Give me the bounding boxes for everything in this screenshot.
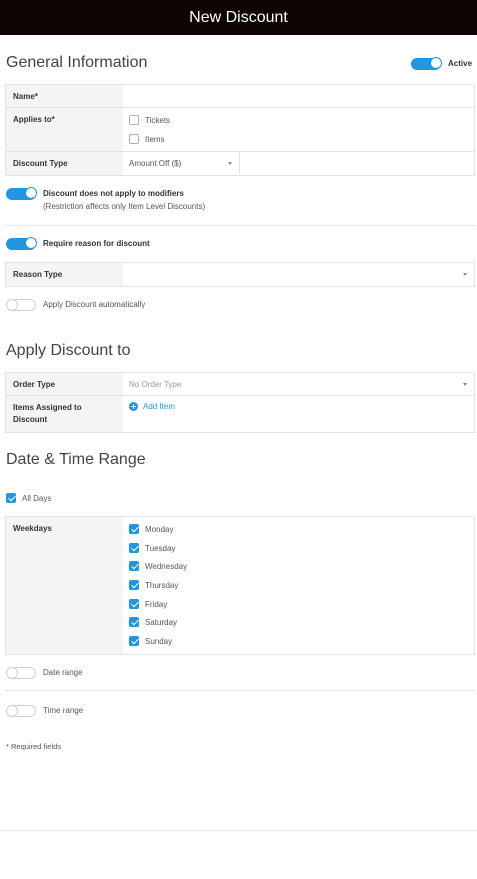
- day-checkbox[interactable]: [129, 617, 139, 627]
- day-label: Saturday: [145, 617, 178, 627]
- day-option[interactable]: Sunday: [129, 636, 172, 646]
- all-days-label: All Days: [22, 493, 52, 503]
- all-days-checkbox[interactable]: [6, 493, 16, 503]
- reason-type-table: Reason Type: [5, 262, 475, 287]
- tickets-checkbox[interactable]: [129, 115, 139, 125]
- page-header: New Discount: [0, 0, 477, 35]
- auto-apply-toggle[interactable]: [6, 299, 36, 311]
- day-checkbox[interactable]: [129, 636, 139, 646]
- divider: [5, 225, 475, 226]
- page-title: New Discount: [189, 8, 288, 26]
- day-checkbox[interactable]: [129, 543, 139, 553]
- apply-discount-title: Apply Discount to: [6, 342, 131, 359]
- discount-type-select[interactable]: Amount Off ($): [123, 152, 240, 174]
- footer-divider: [0, 830, 477, 831]
- discount-type-value-area: Amount Off ($): [123, 152, 474, 175]
- apply-discount-table: Order Type No Order Type Items Assigned …: [5, 372, 475, 433]
- name-row: Name*: [6, 85, 474, 108]
- discount-amount-input[interactable]: [241, 152, 474, 174]
- day-option[interactable]: Wednesday: [129, 561, 187, 571]
- weekdays-label: Weekdays: [6, 517, 123, 654]
- require-reason-label: Require reason for discount: [43, 239, 150, 248]
- day-option[interactable]: Friday: [129, 599, 167, 609]
- discount-type-value: Amount Off ($): [129, 159, 182, 168]
- toggle-knob: [6, 667, 18, 679]
- day-label: Monday: [145, 524, 174, 534]
- name-input[interactable]: [123, 85, 474, 107]
- day-option[interactable]: Thursday: [129, 580, 178, 590]
- day-label: Tuesday: [145, 543, 176, 553]
- reason-type-select[interactable]: [123, 263, 474, 286]
- applies-items-option[interactable]: Items: [129, 134, 165, 144]
- applies-to-row: Applies to* Tickets Items: [6, 108, 474, 152]
- general-info-table: Name* Applies to* Tickets Items Discount…: [5, 84, 475, 176]
- tickets-label: Tickets: [145, 115, 171, 125]
- weekdays-row: Weekdays Monday Tuesday Wednesday Thursd…: [6, 517, 474, 654]
- active-label: Active: [448, 59, 473, 68]
- modifiers-label: Discount does not apply to modifiers: [43, 189, 184, 198]
- name-label: Name*: [6, 85, 123, 107]
- reason-type-label: Reason Type: [6, 263, 123, 286]
- order-type-label: Order Type: [6, 373, 123, 395]
- require-reason-toggle[interactable]: [6, 237, 37, 250]
- add-item-button[interactable]: Add Item: [129, 402, 175, 411]
- chevron-down-icon: [228, 162, 232, 165]
- time-range-label: Time range: [43, 706, 84, 715]
- toggle-knob: [25, 237, 37, 249]
- weekdays-table: Weekdays Monday Tuesday Wednesday Thursd…: [5, 516, 475, 655]
- toggle-knob: [6, 705, 18, 717]
- modifiers-toggle[interactable]: [6, 187, 37, 200]
- reason-type-row: Reason Type: [6, 263, 474, 286]
- discount-type-row: Discount Type Amount Off ($): [6, 152, 474, 175]
- toggle-knob: [430, 57, 442, 69]
- order-type-select[interactable]: No Order Type: [123, 373, 474, 395]
- day-checkbox[interactable]: [129, 580, 139, 590]
- day-option[interactable]: Monday: [129, 524, 173, 534]
- required-fields-note: * Required fields: [6, 742, 62, 751]
- order-type-row: Order Type No Order Type: [6, 373, 474, 396]
- applies-to-options: Tickets Items: [123, 108, 474, 151]
- divider: [5, 690, 475, 691]
- all-days-option[interactable]: All Days: [6, 493, 51, 503]
- applies-tickets-option[interactable]: Tickets: [129, 115, 170, 125]
- applies-to-label: Applies to*: [6, 108, 123, 151]
- chevron-down-icon: [463, 383, 467, 386]
- add-item-label: Add Item: [143, 402, 176, 411]
- items-assigned-row: Items Assigned to Discount Add Item: [6, 396, 474, 432]
- day-label: Thursday: [145, 580, 179, 590]
- day-checkbox[interactable]: [129, 561, 139, 571]
- items-checkbox[interactable]: [129, 134, 139, 144]
- time-range-toggle[interactable]: [6, 705, 36, 717]
- order-type-value: No Order Type: [129, 380, 182, 389]
- day-option[interactable]: Tuesday: [129, 543, 175, 553]
- date-time-title: Date & Time Range: [6, 451, 146, 468]
- day-label: Friday: [145, 599, 168, 609]
- toggle-knob: [6, 299, 18, 311]
- day-checkbox[interactable]: [129, 524, 139, 534]
- discount-type-label: Discount Type: [6, 152, 123, 175]
- toggle-knob: [25, 187, 37, 199]
- general-info-title: General Information: [6, 54, 148, 71]
- day-label: Sunday: [145, 636, 173, 646]
- day-label: Wednesday: [145, 561, 188, 571]
- items-assigned-label: Items Assigned to Discount: [6, 396, 123, 432]
- items-label: Items: [145, 134, 165, 144]
- chevron-down-icon: [463, 273, 467, 276]
- active-toggle[interactable]: [411, 57, 442, 70]
- day-checkbox[interactable]: [129, 599, 139, 609]
- day-option[interactable]: Saturday: [129, 617, 177, 627]
- auto-apply-label: Apply Discount automatically: [43, 300, 146, 309]
- items-assigned-area: Add Item: [123, 396, 474, 432]
- plus-circle-icon: [129, 402, 138, 411]
- date-range-toggle[interactable]: [6, 667, 36, 679]
- date-range-label: Date range: [43, 668, 83, 677]
- weekdays-options: Monday Tuesday Wednesday Thursday Friday…: [123, 517, 474, 654]
- modifiers-sublabel: (Restriction affects only Item Level Dis…: [43, 202, 206, 211]
